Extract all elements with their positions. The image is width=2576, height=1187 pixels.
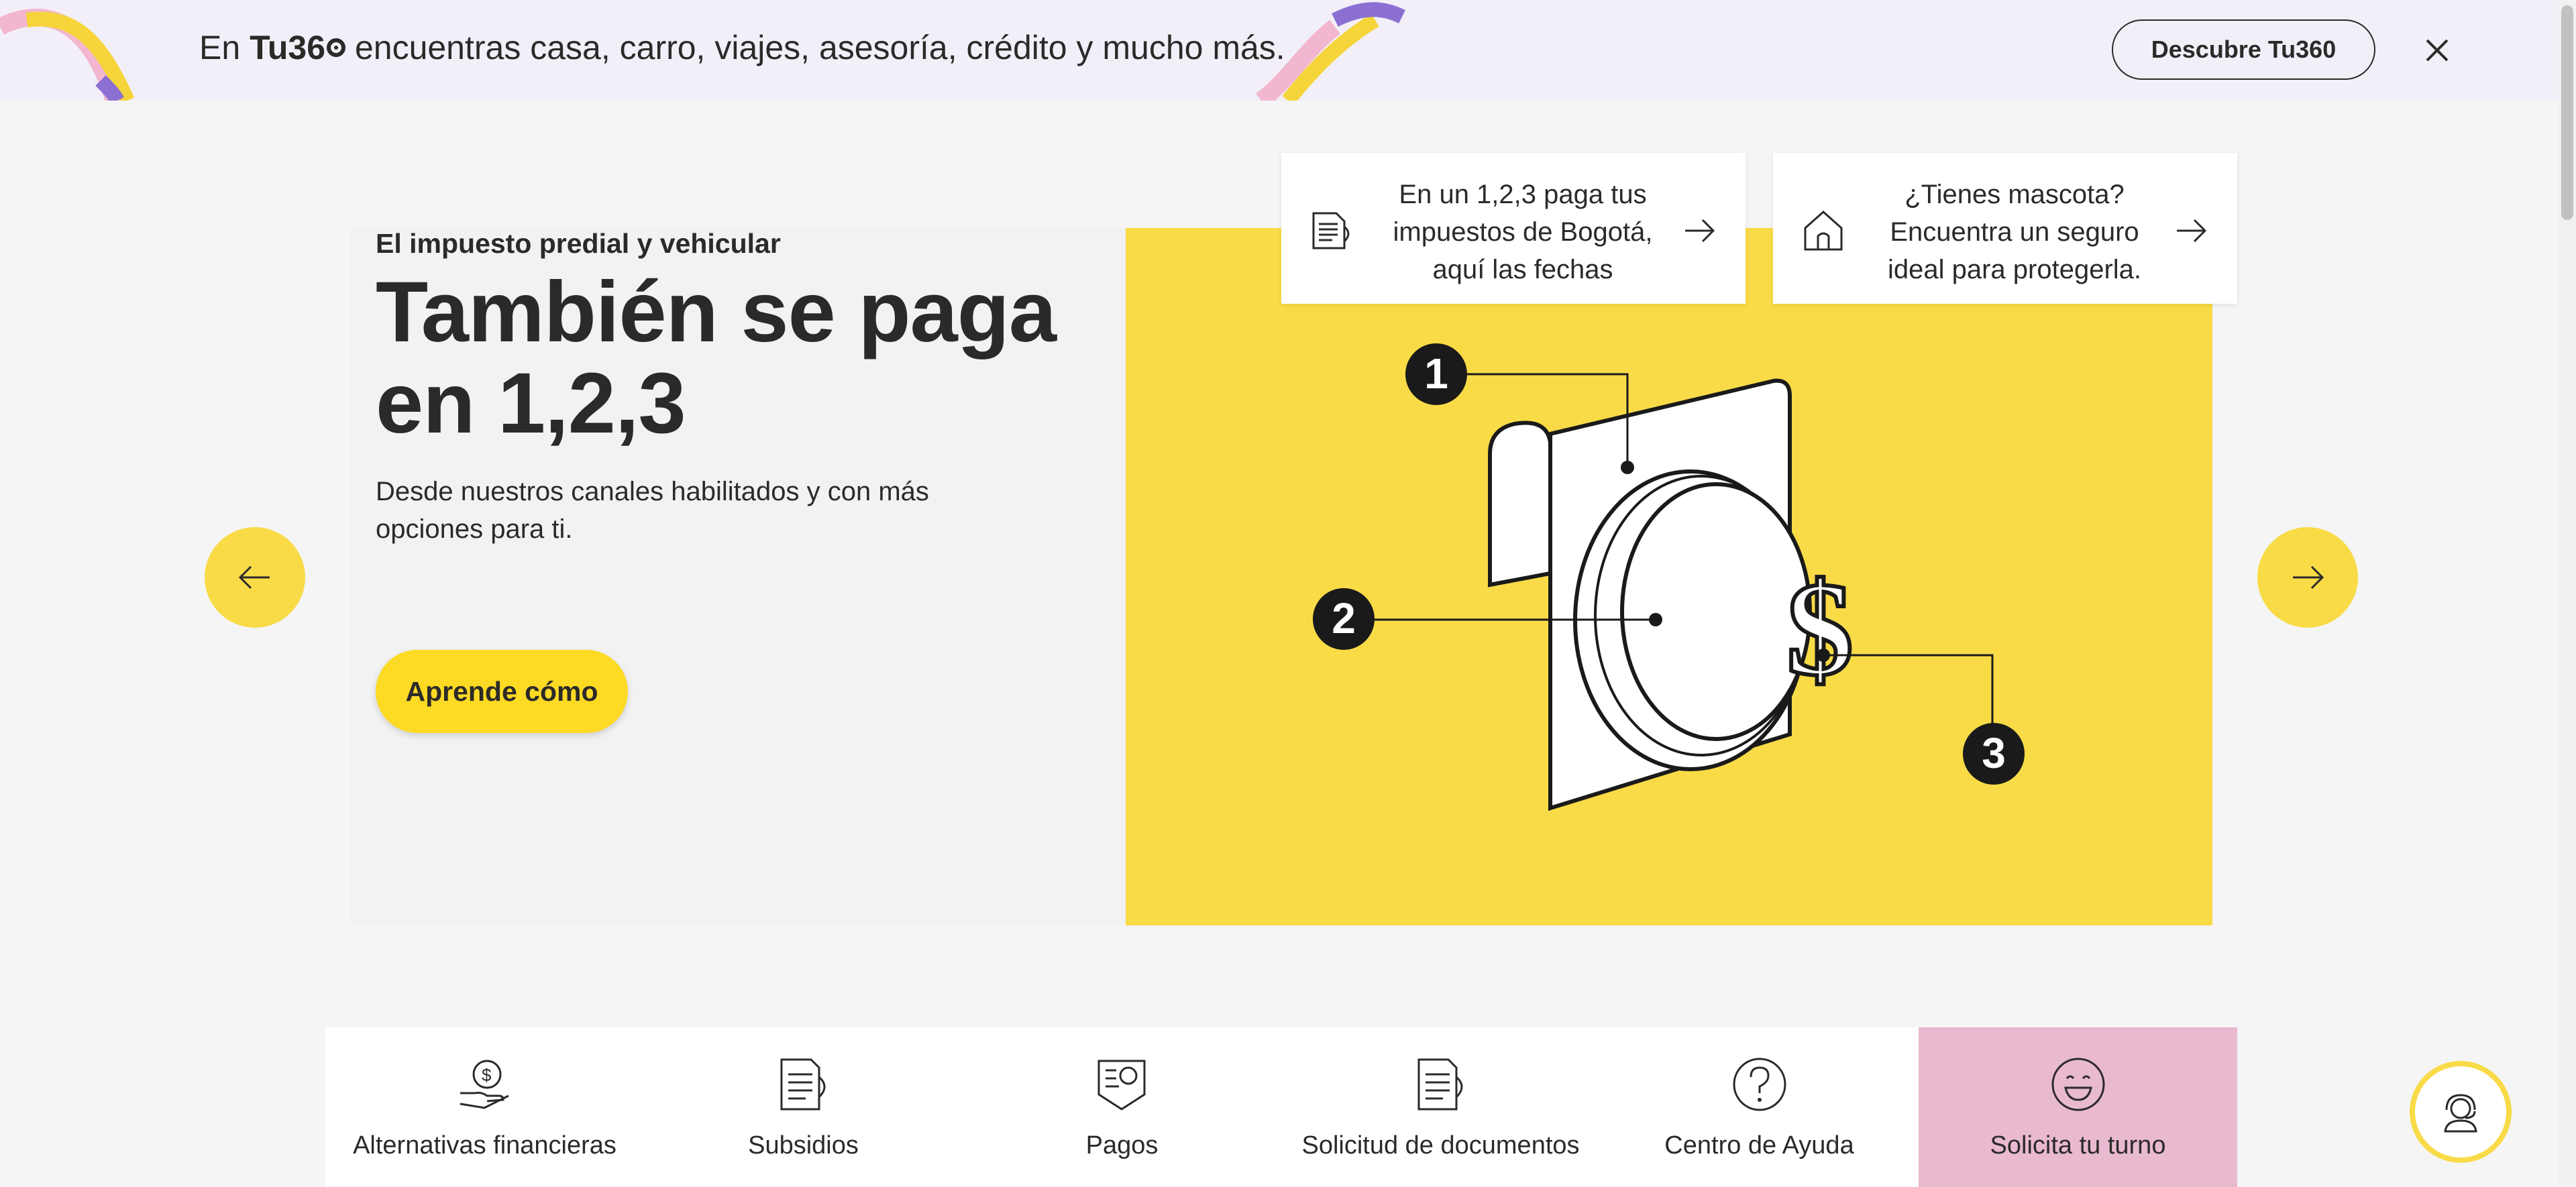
arrow-right-icon bbox=[2177, 219, 2207, 243]
question-icon bbox=[1733, 1058, 1786, 1111]
tu360-o-icon bbox=[327, 38, 346, 57]
quick-access-menu: $ Alternativas financieras Subsidios Pag… bbox=[325, 1027, 2237, 1187]
illustration-marker-1: 1 bbox=[1424, 349, 1448, 398]
discover-tu360-button[interactable]: Descubre Tu360 bbox=[2112, 19, 2375, 80]
svg-text:$: $ bbox=[482, 1065, 492, 1085]
menu-item-subsidies[interactable]: Subsidios bbox=[644, 1027, 963, 1187]
hero-subtext: Desde nuestros canales habilitados y con… bbox=[376, 477, 929, 544]
menu-label: Centro de Ayuda bbox=[1664, 1131, 1854, 1160]
menu-label: Subsidios bbox=[748, 1131, 859, 1160]
menu-item-payments[interactable]: Pagos bbox=[963, 1027, 1281, 1187]
menu-item-request-turn[interactable]: Solicita tu turno bbox=[1919, 1027, 2237, 1187]
promo-text-after: encuentras casa, carro, viajes, asesoría… bbox=[345, 29, 1285, 66]
learn-how-button[interactable]: Aprende cómo bbox=[376, 650, 628, 733]
card-pet-insurance[interactable]: ¿Tienes mascota? Encuentra un seguro ide… bbox=[1773, 153, 2237, 304]
card-tax-dates[interactable]: En un 1,2,3 paga tus impuestos de Bogotá… bbox=[1281, 153, 1746, 304]
arrow-right-icon bbox=[1685, 219, 1715, 243]
menu-item-document-request[interactable]: Solicitud de documentos bbox=[1281, 1027, 1600, 1187]
payment-doc-icon bbox=[1097, 1060, 1145, 1111]
promo-brand: Tu36 bbox=[250, 29, 326, 66]
card-pet-insurance-text: ¿Tienes mascota? Encuentra un seguro ide… bbox=[1887, 180, 2142, 284]
close-icon[interactable] bbox=[2420, 34, 2454, 67]
arrow-left-icon bbox=[238, 565, 270, 589]
promo-text-before: En bbox=[199, 29, 250, 66]
arrow-right-icon bbox=[2293, 565, 2324, 589]
hero-illustration-panel: $ 1 2 3 bbox=[1126, 228, 2212, 925]
decor-squiggle-left bbox=[0, 8, 135, 101]
menu-item-financial-alternatives[interactable]: $ Alternativas financieras bbox=[325, 1027, 644, 1187]
carousel-next-button[interactable] bbox=[2257, 527, 2358, 628]
illustration-marker-2: 2 bbox=[1332, 594, 1356, 642]
promo-banner: En Tu36 encuentras casa, carro, viajes, … bbox=[0, 0, 2576, 101]
menu-label: Pagos bbox=[1085, 1131, 1159, 1160]
page-scrollbar-thumb[interactable] bbox=[2561, 5, 2573, 220]
hand-money-icon: $ bbox=[460, 1060, 509, 1109]
card-tax-dates-text: En un 1,2,3 paga tus impuestos de Bogotá… bbox=[1393, 180, 1653, 284]
tax-payment-illustration: $ bbox=[1313, 343, 2025, 811]
illustration-marker-3: 3 bbox=[1982, 729, 2006, 777]
document-icon bbox=[780, 1058, 825, 1111]
menu-item-help-center[interactable]: Centro de Ayuda bbox=[1600, 1027, 1919, 1187]
document-icon bbox=[1312, 212, 1350, 249]
smile-icon bbox=[2051, 1058, 2104, 1111]
hero-headline: También se paga en 1,2,3 bbox=[376, 264, 1057, 451]
svg-text:$: $ bbox=[1786, 555, 1854, 703]
menu-label: Solicita tu turno bbox=[1990, 1131, 2166, 1160]
menu-label: Solicitud de documentos bbox=[1301, 1131, 1580, 1160]
promo-message: En Tu36 encuentras casa, carro, viajes, … bbox=[199, 28, 1285, 67]
hero-eyebrow: El impuesto predial y vehicular bbox=[376, 228, 781, 259]
document-icon bbox=[1417, 1058, 1462, 1111]
carousel-prev-button[interactable] bbox=[205, 527, 305, 628]
menu-label: Alternativas financieras bbox=[353, 1131, 616, 1160]
house-icon bbox=[1804, 210, 1843, 251]
support-chat-button[interactable] bbox=[2410, 1061, 2512, 1163]
headset-agent-icon bbox=[2444, 1094, 2477, 1133]
